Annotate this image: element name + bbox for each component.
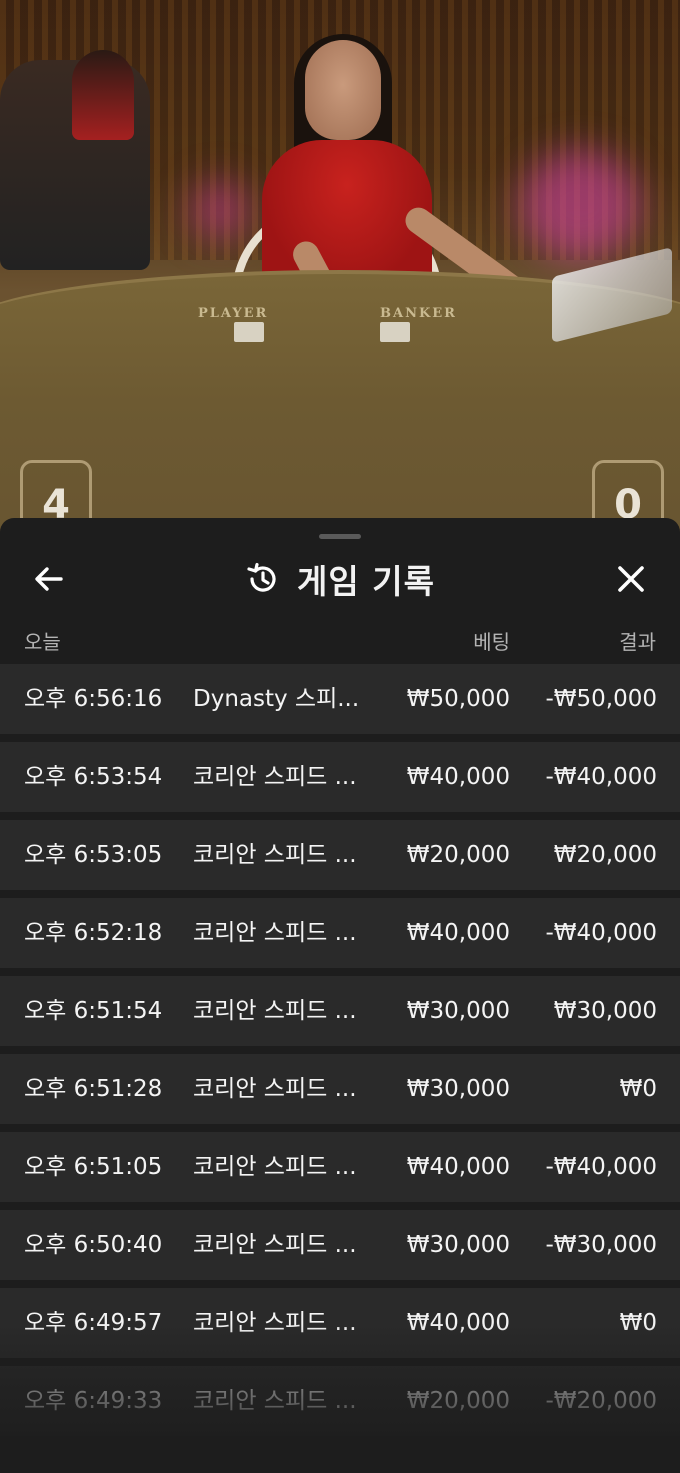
row-game: 코리안 스피드 ... [193,764,357,790]
history-row[interactable]: 오후 6:52:18 코리안 스피드 ... ₩40,000 -₩40,000 [0,898,680,968]
row-time: 오후 6:51:54 [24,998,163,1024]
history-row[interactable]: 오후 6:51:28 코리안 스피드 ... ₩30,000 ₩0 [0,1054,680,1124]
row-game: 코리안 스피드 ... [193,1232,357,1258]
section-label-today: 오늘 [24,630,61,654]
row-game: 코리안 스피드 ... [193,1388,357,1414]
row-game: Dynasty 스피... [193,686,360,712]
row-result: -₩40,000 [545,1154,657,1180]
row-game: 코리안 스피드 ... [193,1310,357,1336]
felt-banker-label: BANKER [380,306,457,321]
row-time: 오후 6:50:40 [24,1232,163,1258]
row-game: 코리안 스피드 ... [193,1076,357,1102]
row-time: 오후 6:51:28 [24,1076,163,1102]
banker-card [380,322,410,342]
history-row[interactable]: 오후 6:51:54 코리안 스피드 ... ₩30,000 ₩30,000 [0,976,680,1046]
sheet-title: 게임 기록 [0,554,680,604]
sheet-header: 게임 기록 [0,542,680,608]
row-result: ₩20,000 [553,842,657,868]
row-bet: ₩20,000 [406,842,510,868]
row-bet: ₩20,000 [406,1388,510,1414]
row-result: ₩0 [619,1310,657,1336]
row-result: -₩30,000 [545,1232,657,1258]
close-icon [618,566,644,592]
column-header-result: 결과 [619,630,656,654]
history-row[interactable]: 오후 6:56:16 Dynasty 스피... ₩50,000 -₩50,00… [0,664,680,734]
row-bet: ₩50,000 [406,686,510,712]
column-headers: 오늘 베팅 결과 [0,618,680,658]
row-time: 오후 6:51:05 [24,1154,163,1180]
history-icon [247,562,276,592]
row-bet: ₩40,000 [406,1154,510,1180]
row-time: 오후 6:52:18 [24,920,163,946]
history-row[interactable]: 오후 6:50:40 코리안 스피드 ... ₩30,000 -₩30,000 [0,1210,680,1280]
row-result: -₩20,000 [545,1388,657,1414]
column-header-bet: 베팅 [473,630,510,654]
history-list: 오후 6:56:16 Dynasty 스피... ₩50,000 -₩50,00… [0,664,680,1444]
row-time: 오후 6:49:57 [24,1310,163,1336]
row-result: -₩50,000 [545,686,657,712]
row-time: 오후 6:56:16 [24,686,163,712]
side-dealer [72,50,134,140]
live-dealer-video: PLAYER BANKER 4 0 [0,0,680,560]
game-history-sheet: 게임 기록 오늘 베팅 결과 오후 6:56:16 Dynasty 스피... … [0,518,680,1473]
row-bet: ₩40,000 [406,1310,510,1336]
history-row[interactable]: 오후 6:49:57 코리안 스피드 ... ₩40,000 ₩0 [0,1288,680,1358]
row-result: -₩40,000 [545,920,657,946]
felt-player-label: PLAYER [198,306,269,321]
background-light [520,150,640,260]
row-result: ₩30,000 [553,998,657,1024]
row-bet: ₩30,000 [406,998,510,1024]
row-time: 오후 6:53:05 [24,842,163,868]
page-title: 게임 기록 [297,562,435,601]
player-card [234,322,264,342]
row-game: 코리안 스피드 ... [193,842,357,868]
row-bet: ₩30,000 [406,1076,510,1102]
row-bet: ₩30,000 [406,1232,510,1258]
row-game: 코리안 스피드 ... [193,1154,357,1180]
row-result: -₩40,000 [545,764,657,790]
history-row[interactable]: 오후 6:53:54 코리안 스피드 ... ₩40,000 -₩40,000 [0,742,680,812]
row-game: 코리안 스피드 ... [193,920,357,946]
row-time: 오후 6:53:54 [24,764,163,790]
close-button[interactable] [606,554,656,604]
row-time: 오후 6:49:33 [24,1388,163,1414]
background-light [190,180,250,240]
row-bet: ₩40,000 [406,764,510,790]
row-bet: ₩40,000 [406,920,510,946]
dealer-face [305,40,381,140]
row-game: 코리안 스피드 ... [193,998,357,1024]
history-row[interactable]: 오후 6:51:05 코리안 스피드 ... ₩40,000 -₩40,000 [0,1132,680,1202]
history-row[interactable]: 오후 6:53:05 코리안 스피드 ... ₩20,000 ₩20,000 [0,820,680,890]
history-row[interactable]: 오후 6:49:33 코리안 스피드 ... ₩20,000 -₩20,000 [0,1366,680,1436]
drag-handle[interactable] [319,534,361,539]
row-result: ₩0 [619,1076,657,1102]
